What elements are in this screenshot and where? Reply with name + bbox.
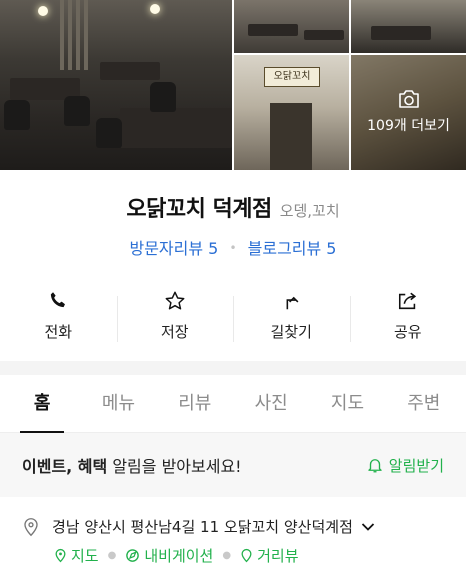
review-row: 방문자리뷰 5 • 블로그리뷰 5 <box>0 235 466 259</box>
navigation-link-label: 내비게이션 <box>144 547 214 565</box>
photo-storefront[interactable]: 오닭꼬치 <box>234 55 349 170</box>
store-sign: 오닭꼬치 <box>264 67 320 87</box>
table <box>304 30 344 40</box>
table <box>100 62 160 80</box>
address-links: 지도 ● 내비게이션 ● 거리뷰 <box>22 545 444 566</box>
ceiling-light <box>38 6 48 16</box>
navigation-icon <box>126 549 140 562</box>
place-category: 오뎅,꼬치 <box>279 202 340 220</box>
chair <box>64 96 90 126</box>
spacer <box>0 497 466 506</box>
table <box>248 24 298 36</box>
tab-photos[interactable]: 사진 <box>233 375 309 432</box>
separator-dot: ● <box>222 550 232 561</box>
wall-panel <box>60 0 64 70</box>
chair <box>150 82 176 112</box>
photo-more[interactable]: 109개 더보기 <box>351 55 466 170</box>
photo-interior-2[interactable] <box>234 0 349 53</box>
subscribe-alerts-button[interactable]: 알림받기 <box>366 455 444 476</box>
table <box>120 108 232 148</box>
directions-label: 길찾기 <box>270 323 312 341</box>
separator-dot: • <box>229 241 237 255</box>
map-link-label: 지도 <box>71 547 99 565</box>
notification-banner: 이벤트, 혜택 알림을 받아보세요! 알림받기 <box>0 433 466 497</box>
tab-reviews[interactable]: 리뷰 <box>157 375 233 432</box>
directions-icon <box>286 296 299 310</box>
notice-text: 이벤트, 혜택 알림을 받아보세요! <box>22 453 366 477</box>
save-label: 저장 <box>160 323 189 341</box>
blog-reviews-link[interactable]: 블로그리뷰 5 <box>248 239 337 258</box>
more-photos-label: 109개 더보기 <box>367 118 450 134</box>
wall-panel <box>76 0 80 70</box>
phone-icon <box>51 292 66 308</box>
star-icon <box>165 291 185 310</box>
map-link[interactable]: 지도 <box>54 545 99 566</box>
notice-message: 알림을 받아보세요! <box>107 457 242 476</box>
title-row: 오닭꼬치 덕계점 오뎅,꼬치 <box>0 191 466 223</box>
location-pin-icon <box>24 517 38 536</box>
tab-nearby[interactable]: 주변 <box>386 375 462 432</box>
address-text: 경남 양산시 평산남4길 11 오닭꼬치 양산덕계점 <box>52 518 353 536</box>
visitor-reviews-link[interactable]: 방문자리뷰 5 <box>129 239 218 258</box>
chair <box>4 100 30 130</box>
share-icon <box>398 292 416 310</box>
separator-dot: ● <box>107 550 117 561</box>
call-button[interactable]: 전화 <box>0 290 117 348</box>
tab-bar: 홈 메뉴 리뷰 사진 지도 주변 <box>0 375 466 433</box>
share-button[interactable]: 공유 <box>349 290 466 348</box>
save-button[interactable]: 저장 <box>116 290 234 348</box>
address-section: 경남 양산시 평산남4길 11 오닭꼬치 양산덕계점 지도 ● 내비게이션 ● <box>0 506 466 566</box>
photo-interior-main[interactable] <box>0 0 232 170</box>
chevron-down-icon[interactable] <box>361 522 375 532</box>
streetview-link-label: 거리뷰 <box>257 547 299 565</box>
chair <box>96 118 122 148</box>
section-divider <box>0 361 466 375</box>
bell-icon <box>368 459 382 473</box>
more-photos[interactable]: 109개 더보기 <box>351 89 466 135</box>
ceiling-light <box>150 4 160 14</box>
table <box>371 26 431 40</box>
photo-interior-3[interactable] <box>351 0 466 53</box>
call-label: 전화 <box>44 323 73 341</box>
address-row[interactable]: 경남 양산시 평산남4길 11 오닭꼬치 양산덕계점 <box>22 516 444 537</box>
navigation-link[interactable]: 내비게이션 <box>125 545 213 566</box>
place-info: 오닭꼬치 덕계점 오뎅,꼬치 방문자리뷰 5 • 블로그리뷰 5 <box>0 170 466 259</box>
share-label: 공유 <box>393 323 422 341</box>
camera-icon <box>398 90 419 108</box>
tab-map[interactable]: 지도 <box>309 375 385 432</box>
streetview-link[interactable]: 거리뷰 <box>240 545 299 566</box>
store-door <box>270 103 312 170</box>
directions-button[interactable]: 길찾기 <box>233 290 350 348</box>
tab-menu[interactable]: 메뉴 <box>80 375 156 432</box>
subscribe-alerts-label: 알림받기 <box>388 456 444 475</box>
streetview-icon <box>241 548 252 563</box>
tab-home[interactable]: 홈 <box>4 375 80 433</box>
notice-bold-text: 이벤트, 혜택 <box>22 457 108 476</box>
wall-panel <box>68 0 72 70</box>
wall-panel <box>84 0 88 70</box>
photo-gallery: 오닭꼬치 109개 더보기 <box>0 0 466 170</box>
place-name: 오닭꼬치 덕계점 <box>126 197 272 222</box>
map-pin-icon <box>55 548 66 563</box>
action-bar: 전화 저장 길찾기 공유 <box>0 290 466 348</box>
